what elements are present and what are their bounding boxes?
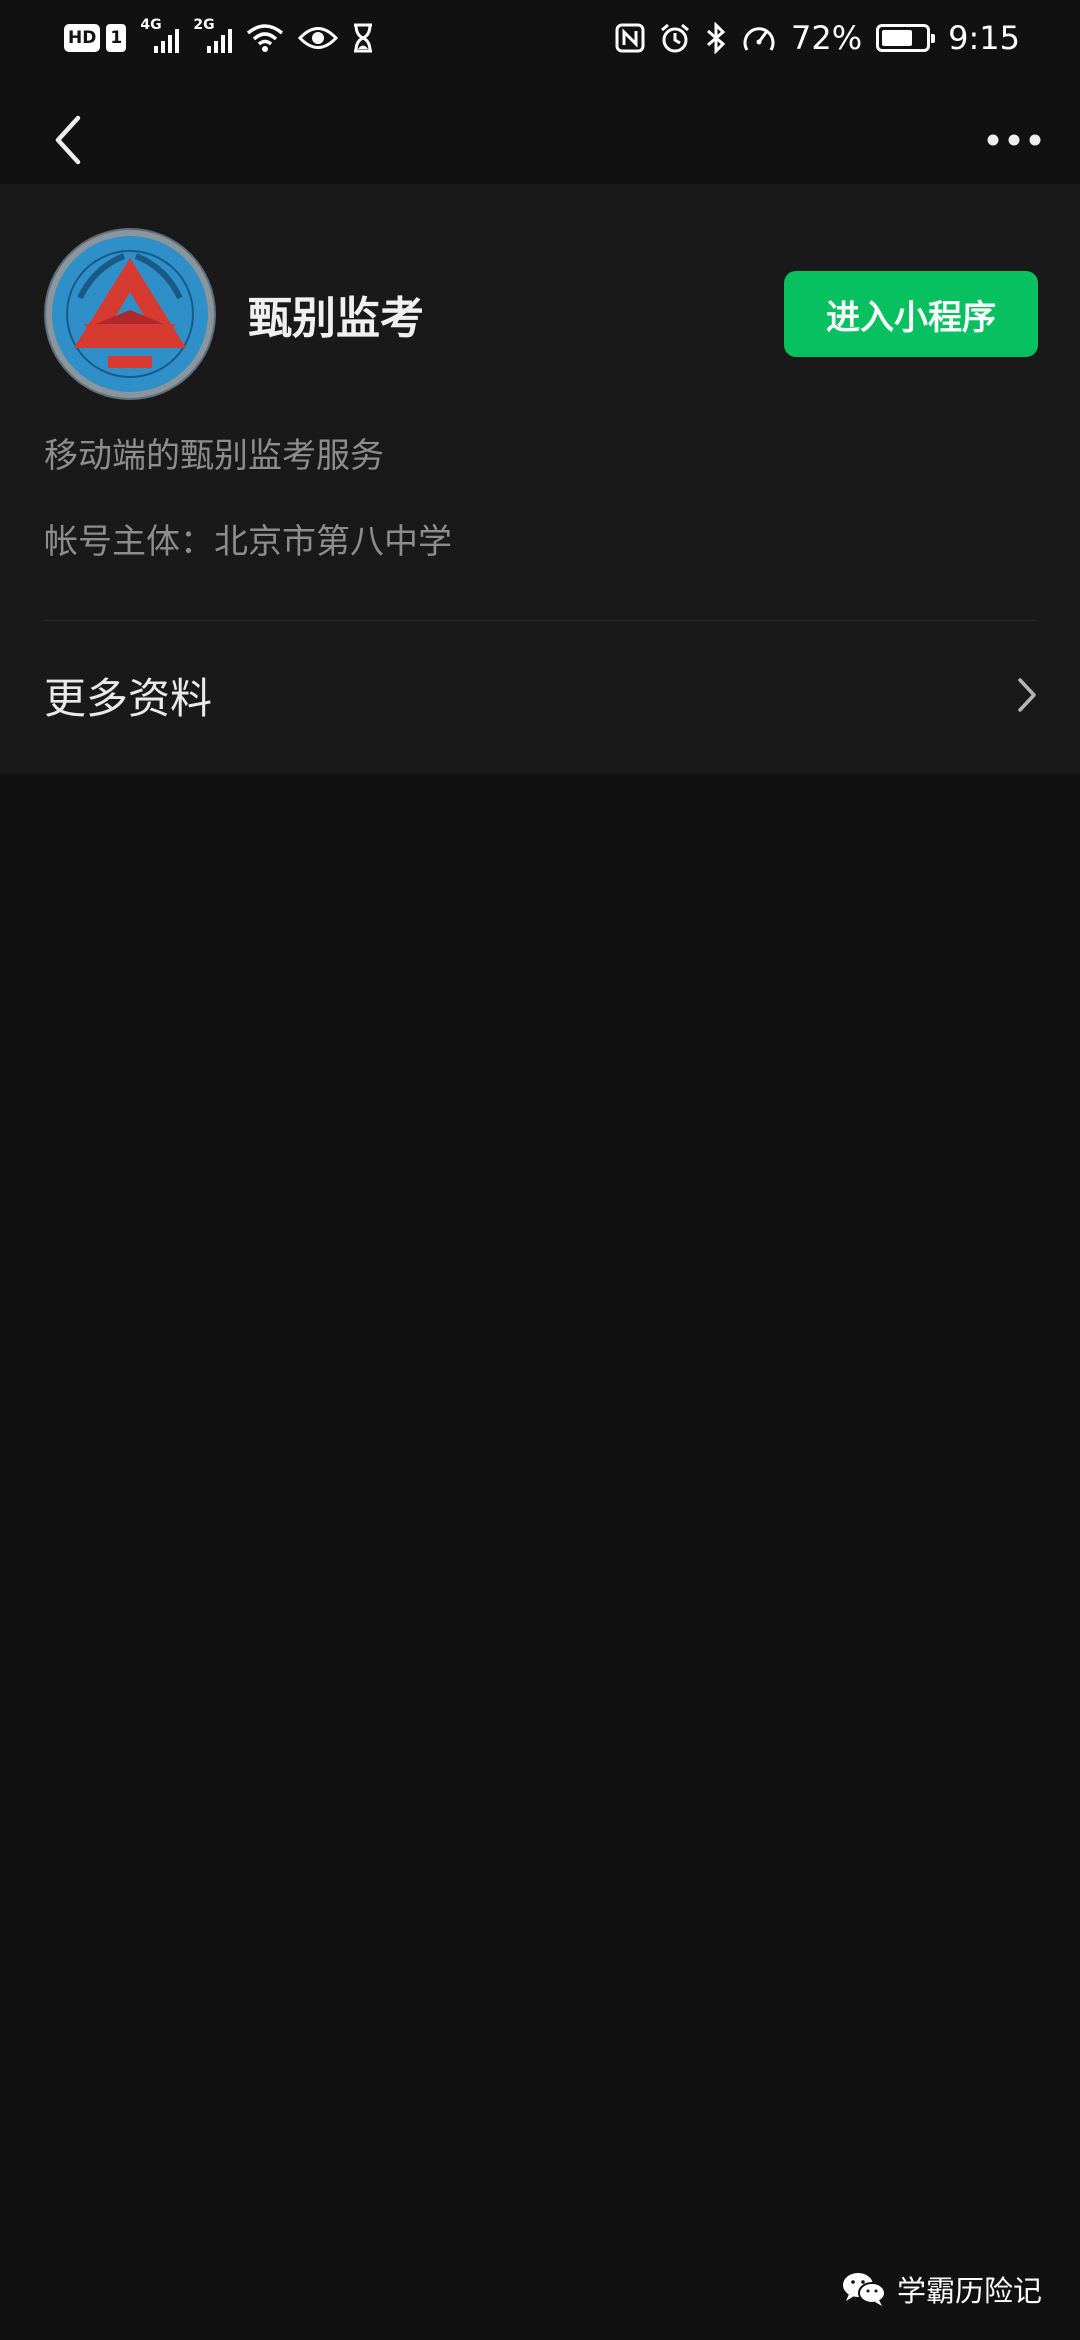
account-owner: 帐号主体： 北京市第八中学 bbox=[44, 514, 452, 563]
chevron-right-icon bbox=[1018, 678, 1036, 712]
more-button[interactable] bbox=[982, 108, 1046, 172]
watermark-text: 学霸历险记 bbox=[896, 2274, 1042, 2308]
eye-icon bbox=[298, 25, 339, 51]
profile-header: 甄别监考 进入小程序 bbox=[44, 228, 1038, 400]
hourglass-icon bbox=[352, 23, 374, 53]
more-info-label: 更多资料 bbox=[44, 673, 213, 723]
nav-bar bbox=[0, 96, 1080, 184]
signal-2g: 2G bbox=[193, 17, 233, 53]
screen: HD 1 4G 2G 72% 9:15 甄别监考 进入小程序 移动端的甄别监考服… bbox=[0, 0, 1080, 2340]
more-dots-icon bbox=[987, 134, 1041, 146]
alarm-icon bbox=[659, 22, 691, 54]
status-bar-right: 72% 9:15 bbox=[615, 19, 1020, 57]
more-info-row[interactable]: 更多资料 bbox=[0, 621, 1080, 769]
enter-mini-program-button[interactable]: 进入小程序 bbox=[784, 271, 1038, 357]
status-bar-left: HD 1 4G 2G bbox=[64, 17, 374, 53]
back-button[interactable] bbox=[36, 108, 100, 172]
hd-badge: HD bbox=[64, 24, 101, 52]
watermark: 学霸历险记 bbox=[841, 2268, 1042, 2310]
profile-card: 甄别监考 进入小程序 移动端的甄别监考服务 帐号主体： 北京市第八中学 更多资料 bbox=[0, 184, 1080, 774]
status-bar: HD 1 4G 2G 72% 9:15 bbox=[0, 0, 1080, 76]
app-name: 甄别监考 bbox=[248, 293, 424, 344]
school-logo bbox=[44, 228, 216, 400]
speed-icon bbox=[741, 22, 777, 54]
battery-fill bbox=[882, 30, 913, 46]
signal-2g-label: 2G bbox=[193, 17, 215, 33]
wechat-icon bbox=[842, 2273, 886, 2306]
app-description: 移动端的甄别监考服务 bbox=[44, 436, 384, 476]
signal-4g: 4G bbox=[140, 17, 180, 53]
chevron-left-icon bbox=[55, 115, 81, 165]
account-owner-label: 帐号主体： bbox=[44, 522, 214, 562]
signal-4g-label: 4G bbox=[140, 17, 162, 33]
battery-icon bbox=[876, 24, 936, 52]
account-owner-value: 北京市第八中学 bbox=[214, 522, 452, 562]
clock: 9:15 bbox=[948, 19, 1020, 57]
wifi-icon bbox=[246, 23, 284, 53]
sim-badge: 1 bbox=[106, 24, 127, 52]
battery-percent: 72% bbox=[791, 19, 863, 57]
nfc-icon bbox=[615, 23, 645, 53]
bluetooth-icon bbox=[705, 22, 727, 54]
